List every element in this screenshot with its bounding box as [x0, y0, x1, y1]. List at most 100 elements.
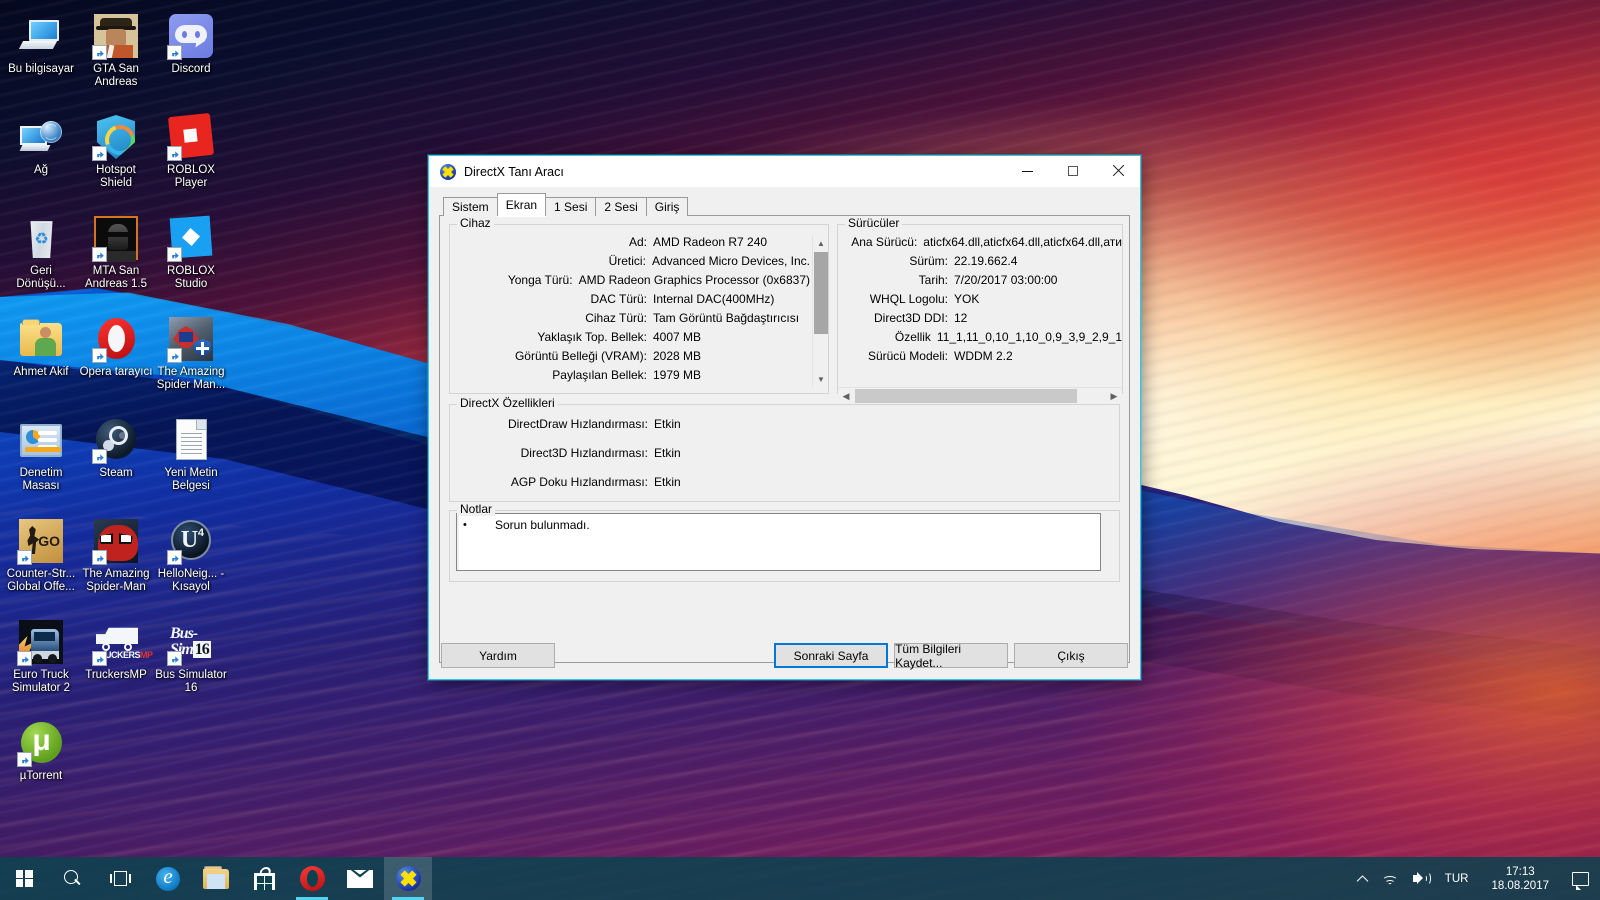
features-group-body: DirectDraw Hızlandırması: Etkin Direct3D…: [449, 404, 1120, 502]
desktop-icon-label: TruckersMP: [85, 669, 147, 681]
row-value: YOK: [954, 292, 980, 306]
table-row: DirectDraw Hızlandırması: Etkin: [450, 417, 1119, 446]
store-button[interactable]: [240, 857, 288, 900]
tab-sistem[interactable]: Sistem: [443, 197, 498, 216]
notes-textarea[interactable]: • Sorun bulunmadı.: [456, 513, 1101, 571]
row-label: Paylaşılan Bellek:: [552, 368, 647, 382]
desktop-icon-label: ROBLOX Player: [167, 164, 215, 189]
desktop-icon-recycle-bin[interactable]: Geri Dönüşü...: [4, 210, 78, 310]
next-page-button[interactable]: Sonraki Sayfa: [773, 643, 889, 668]
scroll-up-icon[interactable]: ▲: [813, 235, 829, 251]
row-value: AMD Radeon Graphics Processor (0x6837): [578, 273, 810, 287]
row-value: 22.19.662.4: [954, 254, 1018, 268]
start-button[interactable]: [0, 857, 48, 900]
desktop-icon-label: Euro Truck Simulator 2: [11, 669, 71, 694]
desktop-icon-label: Bus Simulator 16: [155, 669, 227, 694]
desktop-icon-hotspot-shield[interactable]: Hotspot Shield: [79, 109, 153, 209]
desktop-icon-label: Bu bilgisayar: [8, 63, 74, 75]
mta-san-andreas-icon: [92, 214, 140, 262]
desktop-icon-network[interactable]: Ağ: [4, 109, 78, 209]
tab-ekran[interactable]: Ekran: [496, 193, 547, 216]
task-view-button[interactable]: [96, 857, 144, 900]
discord-icon: [167, 12, 215, 60]
windows-logo-icon: [15, 870, 33, 887]
device-group: Cihaz Ad: AMD Radeon R7 240 Üretici: Adv…: [449, 216, 829, 394]
notes-group-legend: Notlar: [457, 502, 496, 516]
row-label: Ad:: [628, 235, 647, 249]
desktop-icon-opera[interactable]: Opera tarayıcı: [79, 311, 153, 411]
desktop-icon-euro-truck-simulator-2[interactable]: Euro Truck Simulator 2: [4, 614, 78, 714]
desktop-icon-roblox-player[interactable]: ROBLOX Player: [154, 109, 228, 209]
row-label: AGP Doku Hızlandırması:: [510, 475, 648, 489]
text-document-icon: [167, 416, 215, 464]
help-button[interactable]: Yardım: [441, 643, 555, 668]
desktop-icon-mta-san-andreas[interactable]: MTA San Andreas 1.5: [79, 210, 153, 310]
file-explorer-button[interactable]: [192, 857, 240, 900]
desktop-icon-gta-san-andreas[interactable]: GTA San Andreas: [79, 8, 153, 108]
desktop-icon-discord[interactable]: Discord: [154, 8, 228, 108]
desktop-icon-user-folder[interactable]: Ahmet Akif: [4, 311, 78, 411]
row-value: 2028 MB: [653, 349, 702, 363]
row-value: WDDM 2.2: [954, 349, 1013, 363]
language-button[interactable]: TUR: [1438, 857, 1476, 900]
desktop-icon-this-pc[interactable]: Bu bilgisayar: [4, 8, 78, 108]
edge-button[interactable]: [144, 857, 192, 900]
desktop-icon-amazing-spiderman[interactable]: The Amazing Spider-Man: [79, 513, 153, 613]
save-all-information-button[interactable]: Tüm Bilgileri Kaydet...: [894, 642, 1009, 670]
tab-label: 1 Sesi: [554, 200, 588, 214]
row-value: 11_1,11_0,10_1,10_0,9_3,9_2,9_1: [936, 330, 1122, 344]
desktop-icon-label: HelloNeig... - Kısayol: [157, 568, 225, 593]
row-label: Özellik: [894, 330, 931, 344]
exit-button[interactable]: Çıkış: [1014, 643, 1128, 668]
minimize-button[interactable]: [1005, 156, 1050, 186]
desktop-icon-bus-simulator-16[interactable]: Bus- Sim 16 Bus Simulator 16: [154, 614, 228, 714]
shortcut-arrow-icon: [92, 247, 107, 262]
show-hidden-icons-button[interactable]: [1350, 857, 1375, 900]
drivers-group-body: Ana Sürücü: aticfx64.dll,aticfx64.dll,at…: [837, 224, 1123, 403]
desktop-icon-control-panel[interactable]: Denetim Masası: [4, 412, 78, 512]
search-button[interactable]: [48, 857, 96, 900]
desktop-icon-utorrent[interactable]: µTorrent: [4, 715, 78, 815]
desktop-icon-steam[interactable]: Steam: [79, 412, 153, 512]
dxdiag-taskbar-button[interactable]: [384, 857, 432, 900]
table-row: Yaklaşık Top. Bellek: 4007 MB: [450, 330, 810, 349]
window-title-bar[interactable]: DirectX Tanı Aracı: [429, 156, 1140, 187]
truckersmp-icon: TRUCKERSMP: [92, 618, 153, 666]
shortcut-arrow-icon: [167, 651, 182, 666]
desktop-icon-label: Geri Dönüşü...: [16, 265, 66, 290]
tab-label: Ekran: [505, 198, 538, 212]
file-explorer-icon: [203, 865, 229, 889]
tab-giris[interactable]: Giriş: [645, 197, 689, 216]
scroll-down-icon[interactable]: ▼: [813, 371, 829, 387]
mail-button[interactable]: [336, 857, 384, 900]
table-row: Yonga Türü: AMD Radeon Graphics Processo…: [450, 273, 810, 292]
action-center-button[interactable]: [1565, 857, 1596, 900]
desktop-icon-label: Steam: [99, 467, 133, 479]
microsoft-store-icon: [253, 867, 275, 890]
clock-button[interactable]: 17:13 18.08.2017: [1475, 857, 1565, 900]
device-vertical-scrollbar[interactable]: ▲ ▼: [812, 235, 828, 387]
row-label: Ana Sürücü:: [851, 235, 918, 249]
tab-2-sesi[interactable]: 2 Sesi: [595, 197, 647, 216]
scroll-left-icon[interactable]: ◀: [838, 388, 854, 404]
close-icon: [1112, 165, 1124, 177]
desktop-icon-roblox-studio[interactable]: ROBLOX Studio: [154, 210, 228, 310]
tab-1-sesi[interactable]: 1 Sesi: [545, 197, 597, 216]
desktop-icon-text-document[interactable]: Yeni Metin Belgesi: [154, 412, 228, 512]
scrollbar-thumb[interactable]: [855, 389, 1077, 403]
table-row: Direct3D DDI: 12: [838, 311, 1122, 330]
drivers-horizontal-scrollbar[interactable]: ◀ ▶: [838, 387, 1122, 403]
row-value: Tam Görüntü Bağdaştırıcısı: [653, 311, 800, 325]
desktop-icon-csgo[interactable]: GO Counter-Str... Global Offe...: [4, 513, 78, 613]
desktop-icon-truckersmp[interactable]: TRUCKERSMP TruckersMP: [79, 614, 153, 714]
scrollbar-thumb[interactable]: [814, 252, 828, 334]
maximize-button[interactable]: [1050, 156, 1095, 186]
table-row: DAC Türü: Internal DAC(400MHz): [450, 292, 810, 311]
network-button[interactable]: [1375, 857, 1406, 900]
desktop-icon-amazing-spiderman-2[interactable]: The Amazing Spider Man...: [154, 311, 228, 411]
desktop-icon-hello-neighbor[interactable]: HelloNeig... - Kısayol: [154, 513, 228, 613]
scroll-right-icon[interactable]: ▶: [1106, 388, 1122, 404]
volume-button[interactable]: [1406, 857, 1438, 900]
opera-button[interactable]: [288, 857, 336, 900]
close-button[interactable]: [1095, 156, 1140, 186]
